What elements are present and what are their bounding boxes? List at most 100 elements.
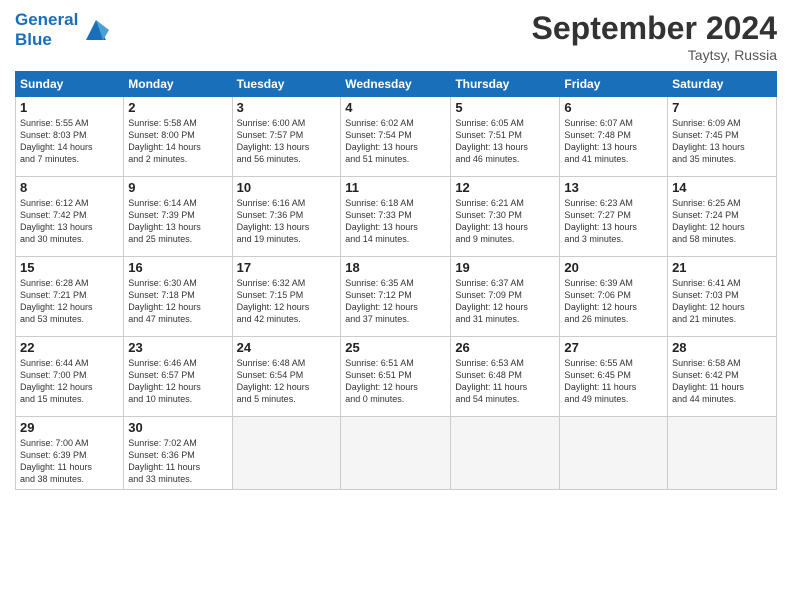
calendar-cell: 11 Sunrise: 6:18 AM Sunset: 7:33 PM Dayli… xyxy=(341,177,451,257)
day-number: 2 xyxy=(128,100,227,115)
day-number: 9 xyxy=(128,180,227,195)
calendar-cell: 27 Sunrise: 6:55 AM Sunset: 6:45 PM Dayli… xyxy=(560,337,668,417)
calendar-week-row: 8 Sunrise: 6:12 AM Sunset: 7:42 PM Daylig… xyxy=(16,177,777,257)
calendar-cell: 16 Sunrise: 6:30 AM Sunset: 7:18 PM Dayli… xyxy=(124,257,232,337)
calendar-cell: 28 Sunrise: 6:58 AM Sunset: 6:42 PM Dayli… xyxy=(668,337,777,417)
day-number: 16 xyxy=(128,260,227,275)
day-number: 8 xyxy=(20,180,119,195)
day-number: 11 xyxy=(345,180,446,195)
col-monday: Monday xyxy=(124,72,232,97)
calendar-cell: 25 Sunrise: 6:51 AM Sunset: 6:51 PM Dayli… xyxy=(341,337,451,417)
logo-icon xyxy=(81,15,111,45)
calendar-week-row: 29 Sunrise: 7:00 AM Sunset: 6:39 PM Dayli… xyxy=(16,417,777,490)
day-number: 29 xyxy=(20,420,119,435)
calendar-cell: 13Sunrise: 6:23 AM Sunset: 7:27 PM Dayli… xyxy=(560,177,668,257)
day-info: Sunrise: 6:58 AM Sunset: 6:42 PM Dayligh… xyxy=(672,357,772,406)
page-header: General Blue September 2024 Taytsy, Russ… xyxy=(15,10,777,63)
calendar-cell: 6Sunrise: 6:07 AM Sunset: 7:48 PM Daylig… xyxy=(560,97,668,177)
title-block: September 2024 Taytsy, Russia xyxy=(532,10,777,63)
calendar-week-row: 1 Sunrise: 5:55 AM Sunset: 8:03 PM Daylig… xyxy=(16,97,777,177)
day-number: 18 xyxy=(345,260,446,275)
calendar-cell xyxy=(668,417,777,490)
calendar-cell xyxy=(560,417,668,490)
day-number: 22 xyxy=(20,340,119,355)
day-number: 20 xyxy=(564,260,663,275)
calendar-cell: 23 Sunrise: 6:46 AM Sunset: 6:57 PM Dayli… xyxy=(124,337,232,417)
calendar-cell: 24 Sunrise: 6:48 AM Sunset: 6:54 PM Dayli… xyxy=(232,337,341,417)
day-number: 25 xyxy=(345,340,446,355)
day-info: Sunrise: 5:58 AM Sunset: 8:00 PM Dayligh… xyxy=(128,117,227,166)
day-info: Sunrise: 6:07 AM Sunset: 7:48 PM Dayligh… xyxy=(564,117,663,166)
day-number: 19 xyxy=(455,260,555,275)
day-number: 23 xyxy=(128,340,227,355)
calendar-cell: 21Sunrise: 6:41 AM Sunset: 7:03 PM Dayli… xyxy=(668,257,777,337)
logo-blue: Blue xyxy=(15,30,52,49)
calendar-week-row: 15Sunrise: 6:28 AM Sunset: 7:21 PM Dayli… xyxy=(16,257,777,337)
day-info: Sunrise: 6:09 AM Sunset: 7:45 PM Dayligh… xyxy=(672,117,772,166)
page-container: General Blue September 2024 Taytsy, Russ… xyxy=(0,0,792,500)
day-info: Sunrise: 7:02 AM Sunset: 6:36 PM Dayligh… xyxy=(128,437,227,486)
day-number: 15 xyxy=(20,260,119,275)
logo: General Blue xyxy=(15,10,111,49)
day-number: 30 xyxy=(128,420,227,435)
day-number: 27 xyxy=(564,340,663,355)
day-info: Sunrise: 6:00 AM Sunset: 7:57 PM Dayligh… xyxy=(237,117,337,166)
calendar-cell: 8 Sunrise: 6:12 AM Sunset: 7:42 PM Daylig… xyxy=(16,177,124,257)
day-info: Sunrise: 6:16 AM Sunset: 7:36 PM Dayligh… xyxy=(237,197,337,246)
col-tuesday: Tuesday xyxy=(232,72,341,97)
col-friday: Friday xyxy=(560,72,668,97)
col-wednesday: Wednesday xyxy=(341,72,451,97)
day-info: Sunrise: 7:00 AM Sunset: 6:39 PM Dayligh… xyxy=(20,437,119,486)
col-saturday: Saturday xyxy=(668,72,777,97)
day-info: Sunrise: 6:39 AM Sunset: 7:06 PM Dayligh… xyxy=(564,277,663,326)
day-info: Sunrise: 6:51 AM Sunset: 6:51 PM Dayligh… xyxy=(345,357,446,406)
day-number: 7 xyxy=(672,100,772,115)
day-number: 12 xyxy=(455,180,555,195)
calendar-cell: 18Sunrise: 6:35 AM Sunset: 7:12 PM Dayli… xyxy=(341,257,451,337)
calendar-cell xyxy=(232,417,341,490)
day-info: Sunrise: 6:14 AM Sunset: 7:39 PM Dayligh… xyxy=(128,197,227,246)
calendar-cell: 22 Sunrise: 6:44 AM Sunset: 7:00 PM Dayli… xyxy=(16,337,124,417)
calendar-cell: 2 Sunrise: 5:58 AM Sunset: 8:00 PM Daylig… xyxy=(124,97,232,177)
col-sunday: Sunday xyxy=(16,72,124,97)
day-info: Sunrise: 6:48 AM Sunset: 6:54 PM Dayligh… xyxy=(237,357,337,406)
day-info: Sunrise: 6:02 AM Sunset: 7:54 PM Dayligh… xyxy=(345,117,446,166)
day-number: 26 xyxy=(455,340,555,355)
day-info: Sunrise: 6:25 AM Sunset: 7:24 PM Dayligh… xyxy=(672,197,772,246)
calendar-cell: 30 Sunrise: 7:02 AM Sunset: 6:36 PM Dayli… xyxy=(124,417,232,490)
day-info: Sunrise: 6:12 AM Sunset: 7:42 PM Dayligh… xyxy=(20,197,119,246)
day-info: Sunrise: 6:21 AM Sunset: 7:30 PM Dayligh… xyxy=(455,197,555,246)
day-number: 28 xyxy=(672,340,772,355)
day-number: 13 xyxy=(564,180,663,195)
calendar-cell: 20 Sunrise: 6:39 AM Sunset: 7:06 PM Dayli… xyxy=(560,257,668,337)
day-number: 1 xyxy=(20,100,119,115)
calendar-cell xyxy=(341,417,451,490)
logo-general: General xyxy=(15,10,78,29)
day-info: Sunrise: 6:53 AM Sunset: 6:48 PM Dayligh… xyxy=(455,357,555,406)
day-number: 24 xyxy=(237,340,337,355)
calendar-cell: 5 Sunrise: 6:05 AM Sunset: 7:51 PM Daylig… xyxy=(451,97,560,177)
day-info: Sunrise: 6:44 AM Sunset: 7:00 PM Dayligh… xyxy=(20,357,119,406)
day-number: 5 xyxy=(455,100,555,115)
col-thursday: Thursday xyxy=(451,72,560,97)
calendar-table: Sunday Monday Tuesday Wednesday Thursday… xyxy=(15,71,777,490)
calendar-cell: 10Sunrise: 6:16 AM Sunset: 7:36 PM Dayli… xyxy=(232,177,341,257)
day-info: Sunrise: 6:18 AM Sunset: 7:33 PM Dayligh… xyxy=(345,197,446,246)
day-info: Sunrise: 6:37 AM Sunset: 7:09 PM Dayligh… xyxy=(455,277,555,326)
logo-text: General Blue xyxy=(15,10,78,49)
calendar-cell: 7 Sunrise: 6:09 AM Sunset: 7:45 PM Daylig… xyxy=(668,97,777,177)
month-title: September 2024 xyxy=(532,10,777,47)
calendar-cell: 4Sunrise: 6:02 AM Sunset: 7:54 PM Daylig… xyxy=(341,97,451,177)
location: Taytsy, Russia xyxy=(532,47,777,63)
day-number: 14 xyxy=(672,180,772,195)
day-number: 3 xyxy=(237,100,337,115)
day-info: Sunrise: 6:46 AM Sunset: 6:57 PM Dayligh… xyxy=(128,357,227,406)
calendar-cell: 12 Sunrise: 6:21 AM Sunset: 7:30 PM Dayli… xyxy=(451,177,560,257)
logo-content: General Blue xyxy=(15,10,111,49)
day-info: Sunrise: 5:55 AM Sunset: 8:03 PM Dayligh… xyxy=(20,117,119,166)
calendar-week-row: 22 Sunrise: 6:44 AM Sunset: 7:00 PM Dayli… xyxy=(16,337,777,417)
day-info: Sunrise: 6:30 AM Sunset: 7:18 PM Dayligh… xyxy=(128,277,227,326)
calendar-cell: 3 Sunrise: 6:00 AM Sunset: 7:57 PM Daylig… xyxy=(232,97,341,177)
day-info: Sunrise: 6:05 AM Sunset: 7:51 PM Dayligh… xyxy=(455,117,555,166)
day-info: Sunrise: 6:55 AM Sunset: 6:45 PM Dayligh… xyxy=(564,357,663,406)
